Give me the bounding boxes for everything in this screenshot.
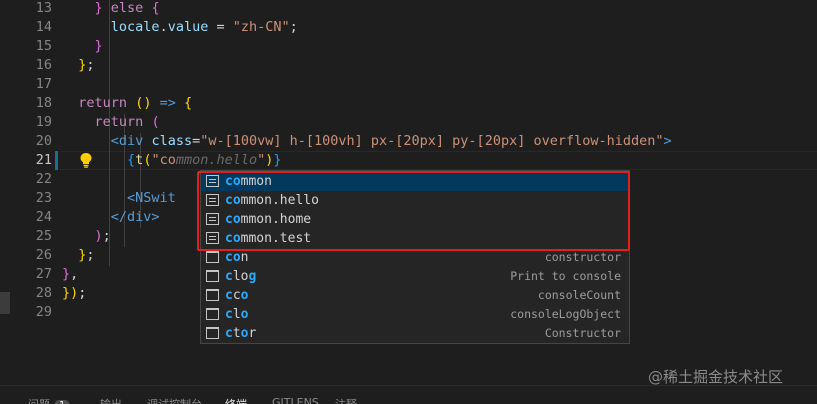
suggestion-label: clog xyxy=(225,269,257,284)
suggestion-label: cco xyxy=(225,288,249,303)
suggestion-item[interactable]: clog Print to console xyxy=(201,267,629,286)
code-editor[interactable]: 13 } else {14 locale.value = "zh-CN"; 15 … xyxy=(0,0,817,385)
code-line[interactable]: 19 return ( xyxy=(0,113,817,132)
bottom-panel-tabs: 问题1输出调试控制台终端GITLENS注释 xyxy=(0,385,817,404)
code-line[interactable]: 14 locale.value = "zh-CN"; xyxy=(0,18,817,37)
suggestion-item[interactable]: cco consoleCount xyxy=(201,286,629,305)
line-code: } xyxy=(94,38,103,54)
code-line[interactable]: 20 <div class="w-[100vw] h-[100vh] px-[2… xyxy=(0,132,817,151)
line-code: }; xyxy=(78,57,95,73)
line-number: 24 xyxy=(35,209,52,225)
watermark: @稀土掘金技术社区 xyxy=(648,368,784,386)
code-line[interactable]: 17 xyxy=(0,75,817,94)
line-number: 15 xyxy=(35,38,52,54)
annotation-highlight-box xyxy=(197,171,630,251)
code-line[interactable]: 15 } xyxy=(0,37,817,56)
line-number: 27 xyxy=(35,266,52,282)
code-line[interactable]: 18 return () => { xyxy=(0,94,817,113)
code-line[interactable]: 16 }; xyxy=(0,56,817,75)
line-code: <div class="w-[100vw] h-[100vh] px-[20px… xyxy=(110,133,672,149)
line-number: 19 xyxy=(35,114,52,130)
snippet-icon xyxy=(206,308,219,320)
line-number: 25 xyxy=(35,228,52,244)
line-number: 20 xyxy=(35,133,52,149)
snippet-icon xyxy=(206,327,219,339)
line-code: }; xyxy=(78,247,95,263)
line-code: return ( xyxy=(94,114,160,130)
line-code: ); xyxy=(94,228,111,244)
line-number: 26 xyxy=(35,247,52,263)
line-number: 16 xyxy=(35,57,52,73)
line-number: 17 xyxy=(35,76,52,92)
line-number: 13 xyxy=(35,0,52,16)
line-code: </div> xyxy=(110,209,160,225)
suggestion-detail: Print to console xyxy=(510,269,621,283)
line-code: } else { xyxy=(94,0,160,16)
suggestion-label: ctor xyxy=(225,326,257,341)
suggestion-detail: consoleLogObject xyxy=(510,307,621,321)
suggestion-detail: Constructor xyxy=(544,326,621,340)
line-code: }, xyxy=(62,266,79,282)
line-code: locale.value = "zh-CN"; xyxy=(110,19,298,35)
code-line[interactable]: 13 } else { xyxy=(0,0,817,18)
line-code: }); xyxy=(62,285,87,301)
suggestion-label: clo xyxy=(225,307,249,322)
line-number: 22 xyxy=(35,171,52,187)
count-badge: 1 xyxy=(54,400,71,404)
scroll-indicator xyxy=(0,292,10,314)
line-code: <NSwit xyxy=(127,190,176,206)
snippet-icon xyxy=(206,251,219,263)
line-code: return () => { xyxy=(78,95,193,111)
snippet-icon xyxy=(206,270,219,282)
lightbulb-icon[interactable] xyxy=(79,152,93,168)
suggestion-item[interactable]: clo consoleLogObject xyxy=(201,305,629,324)
line-number: 21 xyxy=(35,152,52,168)
line-code: {t("common.hello")} xyxy=(127,152,282,168)
snippet-icon xyxy=(206,289,219,301)
suggestion-item[interactable]: ctor Constructor xyxy=(201,324,629,343)
line-number: 18 xyxy=(35,95,52,111)
suggestion-detail: consoleCount xyxy=(537,288,621,302)
line-number: 23 xyxy=(35,190,52,206)
code-line[interactable]: 21 {t("common.hello")} xyxy=(0,151,817,170)
line-number: 14 xyxy=(35,19,52,35)
